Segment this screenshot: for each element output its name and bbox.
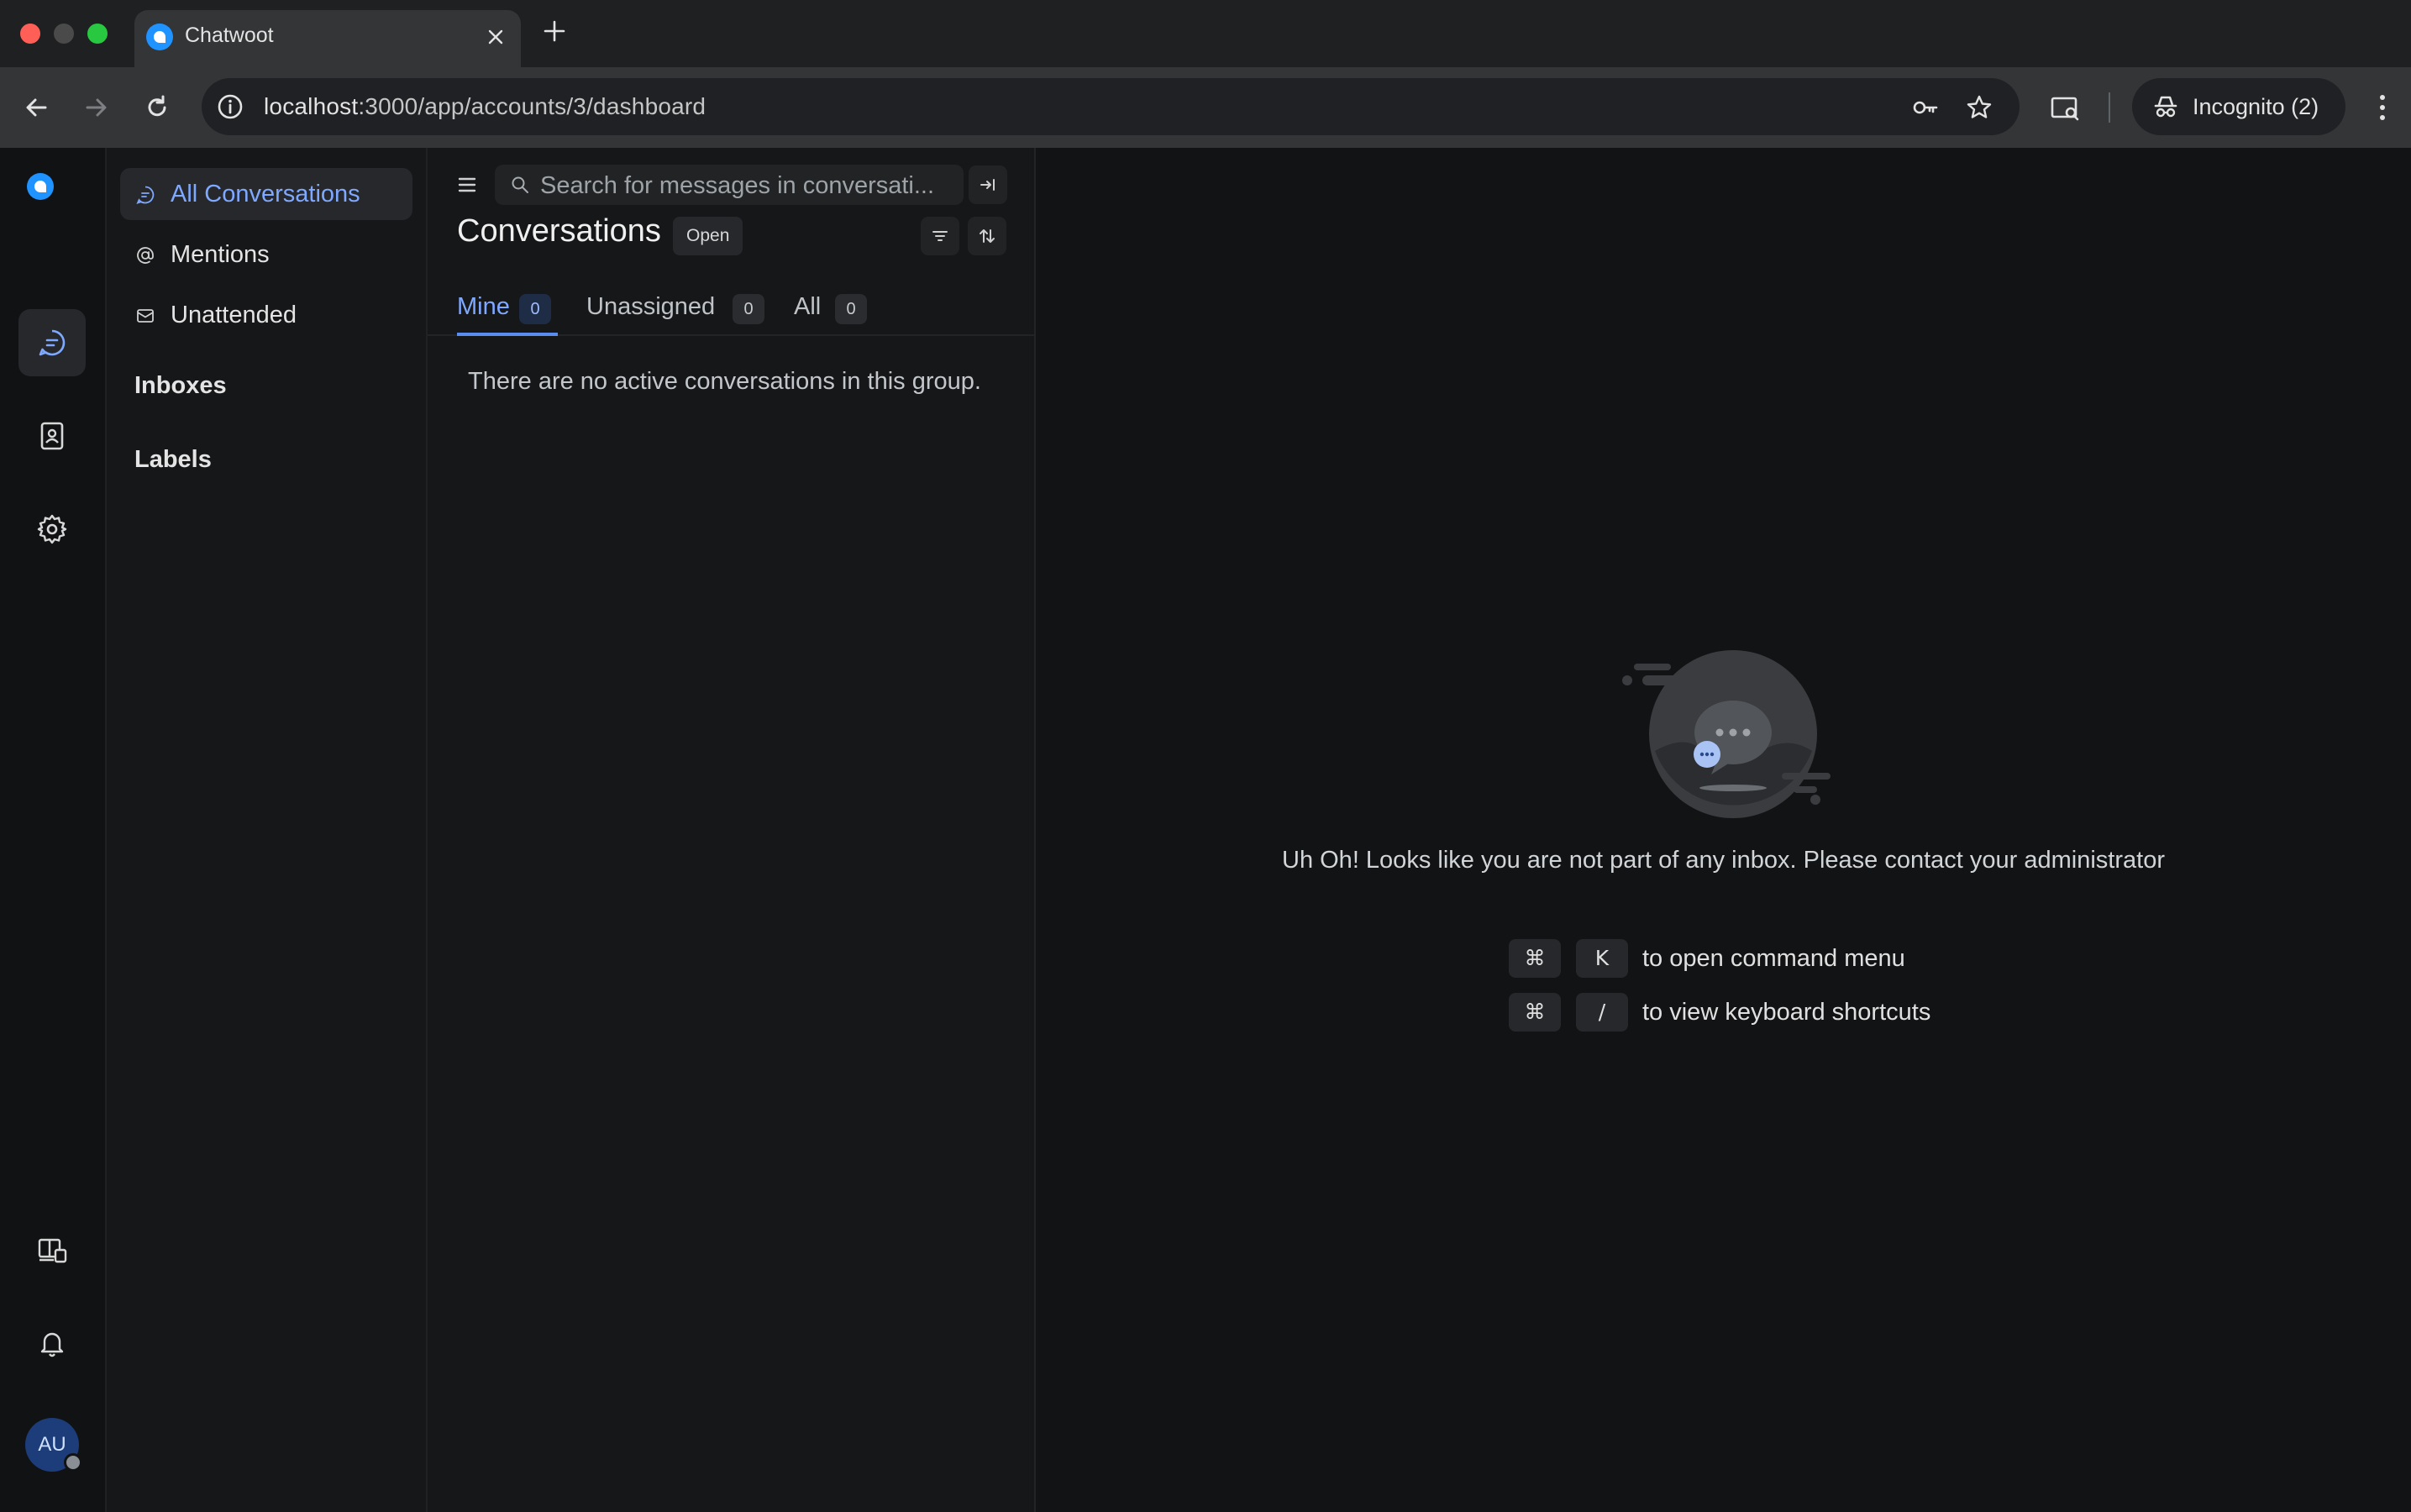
status-badge[interactable]: Open [673,217,743,255]
tab-count-badge: 0 [835,294,867,324]
close-window-button[interactable] [20,24,40,44]
collapse-panel-button[interactable] [969,165,1007,204]
at-sign-icon [137,247,154,264]
new-tab-icon[interactable] [542,18,567,44]
zoom-window-button[interactable] [87,24,108,44]
empty-state-message: There are no active conversations in thi… [468,368,981,395]
conversation-list-panel: Search for messages in conversati... Con… [428,148,1036,1512]
toggle-sidebar-menu-icon[interactable] [456,173,480,197]
notification-bell-icon [40,1332,64,1357]
primary-nav-rail: AU [0,148,107,1512]
url-text: localhost:3000/app/accounts/3/dashboard [264,93,706,119]
chatwoot-favicon-icon [146,24,173,50]
close-tab-icon[interactable] [486,27,506,47]
page-title: Conversations [457,213,661,249]
whats-new-icon [38,1238,67,1263]
incognito-icon [2154,96,2177,118]
chatwoot-app: AU All Conversations Mentions Unattended [0,148,2411,1512]
browser-tab-strip: Chatwoot [0,0,2411,67]
command-key-cap: ⌘ [1509,939,1561,978]
sort-arrows-icon [980,229,995,243]
active-tab-indicator [457,333,558,336]
command-key-cap: ⌘ [1509,993,1561,1032]
browser-tab[interactable]: Chatwoot [134,10,521,67]
chat-bubble-icon [136,186,155,204]
chatwoot-logo-icon[interactable] [25,171,55,202]
browser-toolbar: localhost:3000/app/accounts/3/dashboard … [0,67,2411,148]
forward-arrow-icon[interactable] [79,91,113,124]
settings-gear-icon [37,514,67,544]
incognito-label: Incognito (2) [2193,94,2319,119]
contacts-nav-button[interactable] [18,402,86,470]
sidebar-item-label: Mentions [171,241,270,268]
main-content-area: Uh Oh! Looks like you are not part of an… [1036,148,2411,1512]
availability-status-dot [64,1453,82,1472]
k-key-cap: K [1576,939,1628,978]
secondary-sidebar: All Conversations Mentions Unattended In… [107,148,428,1512]
tab-unassigned[interactable]: Unassigned 0 [586,282,768,334]
labels-heading[interactable]: Labels [134,446,212,474]
conversation-tabs: Mine 0 Unassigned 0 All 0 [428,282,1034,336]
mail-icon [137,309,154,323]
browser-menu-icon[interactable] [2371,89,2394,126]
minimize-window-button[interactable] [54,24,74,44]
bookmark-star-icon[interactable] [1964,92,1994,123]
sidebar-item-unattended[interactable]: Unattended [120,289,412,341]
settings-nav-button[interactable] [18,496,86,563]
tab-title: Chatwoot [185,24,274,47]
filter-icon [932,231,948,241]
keyboard-shortcuts-hint: to view keyboard shortcuts [1642,999,1931,1026]
sidebar-item-all-conversations[interactable]: All Conversations [120,168,412,220]
tab-all[interactable]: All 0 [794,282,869,334]
tab-label: Mine [457,293,510,320]
tab-count-badge: 0 [519,294,551,324]
sidebar-item-label: All Conversations [171,181,360,207]
no-inbox-message: Uh Oh! Looks like you are not part of an… [1282,847,2165,874]
slash-key-cap: / [1576,993,1628,1032]
sidebar-item-label: Unattended [171,302,297,328]
conversations-nav-button[interactable] [18,309,86,376]
search-placeholder: Search for messages in conversati... [540,172,935,199]
password-key-icon[interactable] [1910,92,1941,123]
tab-label: All [794,293,822,320]
sidebar-item-mentions[interactable]: Mentions [120,228,412,281]
conversation-search-input[interactable]: Search for messages in conversati... [495,165,964,205]
site-info-icon[interactable] [215,92,245,122]
filter-button[interactable] [921,217,959,255]
conversations-icon [39,329,66,356]
contacts-icon [40,422,64,450]
address-bar[interactable]: localhost:3000/app/accounts/3/dashboard [202,78,2020,135]
command-menu-hint: to open command menu [1642,945,1905,972]
tab-mine[interactable]: Mine 0 [457,282,558,336]
tab-label: Unassigned [586,293,716,320]
empty-inbox-illustration-icon [1622,650,1831,818]
tab-count-badge: 0 [733,294,764,324]
back-arrow-icon[interactable] [20,91,54,124]
search-icon [512,176,528,193]
reload-icon[interactable] [140,91,174,124]
cast-search-icon[interactable] [2048,91,2082,124]
sort-button[interactable] [968,217,1006,255]
incognito-profile-button[interactable]: Incognito (2) [2132,78,2345,135]
arrow-to-right-icon [980,179,995,191]
inboxes-heading[interactable]: Inboxes [134,372,227,400]
whats-new-button[interactable] [18,1216,86,1284]
toolbar-divider [2109,92,2110,123]
notifications-button[interactable] [18,1310,86,1377]
